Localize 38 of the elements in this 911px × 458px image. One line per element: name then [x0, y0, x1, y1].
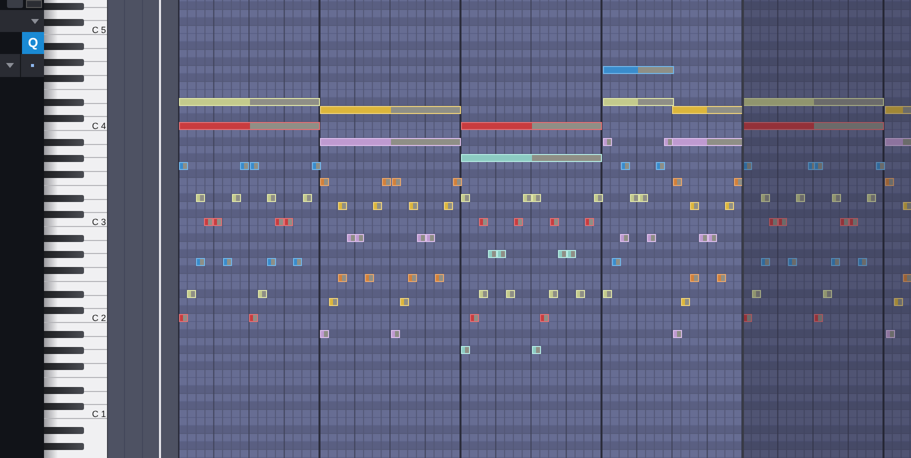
quantize-button[interactable]: Q	[22, 32, 44, 54]
piano-key[interactable]	[44, 427, 84, 434]
piano-key[interactable]	[44, 75, 84, 82]
midi-note[interactable]	[743, 314, 752, 322]
midi-note[interactable]	[743, 162, 752, 170]
panel-icon[interactable]	[26, 0, 42, 8]
piano-key[interactable]	[44, 139, 84, 146]
octave-label: C 4	[92, 122, 106, 131]
piano-key[interactable]	[44, 363, 84, 370]
piano-key[interactable]	[44, 331, 84, 338]
caret-icon	[6, 63, 14, 68]
octave-label: C 3	[92, 218, 106, 227]
piano-key[interactable]	[44, 59, 84, 66]
piano-key[interactable]	[44, 347, 84, 354]
piano-key[interactable]	[44, 3, 84, 10]
piano-key[interactable]	[44, 267, 84, 274]
piano-key[interactable]	[44, 155, 84, 162]
piano-key[interactable]	[44, 387, 84, 394]
dropdown[interactable]	[0, 10, 44, 32]
octave-label: C 1	[92, 410, 106, 419]
piano-key[interactable]	[44, 251, 84, 258]
piano-key[interactable]	[44, 171, 84, 178]
piano-key[interactable]	[44, 307, 84, 314]
piano-key[interactable]	[44, 403, 84, 410]
panel-icon[interactable]	[7, 0, 23, 8]
piano-key[interactable]	[44, 443, 84, 450]
piano-key[interactable]	[44, 99, 84, 106]
piano-key[interactable]	[44, 291, 84, 298]
piano-key[interactable]	[44, 43, 84, 50]
octave-label: C 5	[92, 26, 106, 35]
caret-icon	[31, 18, 39, 24]
piano-key[interactable]	[44, 195, 84, 202]
octave-label: C 2	[92, 314, 106, 323]
piano-key[interactable]	[44, 19, 84, 26]
midi-note[interactable]	[734, 178, 743, 186]
piano-key[interactable]	[44, 211, 84, 218]
piano-key[interactable]	[44, 235, 84, 242]
piano-key[interactable]	[44, 115, 84, 122]
